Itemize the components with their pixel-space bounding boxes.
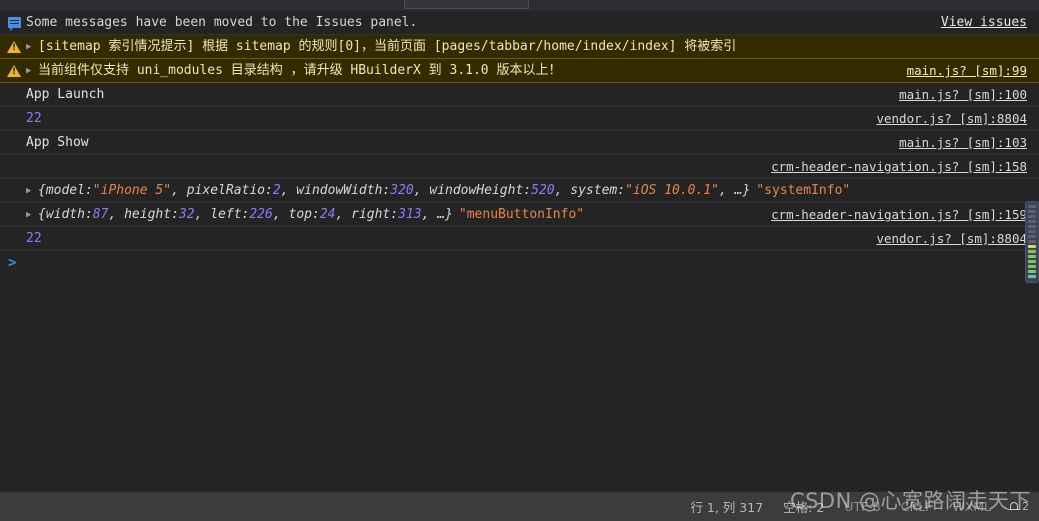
console-row-app-show[interactable]: App Show main.js? [sm]:103 bbox=[0, 131, 1039, 155]
console-number-value: 22 bbox=[26, 110, 42, 126]
source-link[interactable]: main.js? [sm]:103 bbox=[899, 131, 1027, 155]
object-ellipsis: , …} bbox=[421, 206, 453, 222]
language-mode-status[interactable]: WXML bbox=[952, 499, 991, 514]
console-row-warning-unimodules[interactable]: ▶ 当前组件仅支持 uni_modules 目录结构 ，请升级 HBuilder… bbox=[0, 59, 1039, 83]
minimap-mark bbox=[1028, 205, 1036, 208]
minimap-mark bbox=[1028, 265, 1036, 268]
object-value: 24 bbox=[319, 206, 336, 222]
cursor-position-status[interactable]: 行 1, 列 317 bbox=[690, 497, 763, 516]
view-issues-link[interactable]: View issues bbox=[941, 11, 1027, 35]
object-key: , left: bbox=[194, 206, 250, 222]
object-value: 87 bbox=[92, 206, 109, 222]
minimap-mark bbox=[1028, 220, 1036, 223]
object-value: 32 bbox=[178, 206, 195, 222]
message-icon bbox=[6, 15, 22, 31]
console-row-source-only[interactable]: crm-header-navigation.js? [sm]:158 bbox=[0, 155, 1039, 179]
source-link[interactable]: vendor.js? [sm]:8804 bbox=[876, 107, 1027, 131]
object-key: , windowHeight: bbox=[413, 182, 532, 198]
minimap-mark bbox=[1028, 250, 1036, 253]
object-value: 313 bbox=[398, 206, 422, 222]
object-key: width: bbox=[45, 206, 93, 222]
object-key: , top: bbox=[272, 206, 320, 222]
minimap-mark bbox=[1028, 260, 1036, 263]
object-key: model: bbox=[45, 182, 93, 198]
object-value: 226 bbox=[249, 206, 273, 222]
object-value: "iOS 10.0.1" bbox=[625, 182, 719, 198]
console-message-text: Some messages have been moved to the Iss… bbox=[26, 14, 418, 30]
editor-status-bar[interactable]: 行 1, 列 317 空格: 2 UTF-8 CRLF WXML 2 bbox=[0, 491, 1039, 521]
minimap-mark bbox=[1028, 210, 1036, 213]
minimap-mark bbox=[1028, 255, 1036, 258]
console-message-text: App Launch bbox=[26, 86, 105, 102]
source-link[interactable]: vendor.js? [sm]:8804 bbox=[876, 227, 1027, 251]
console-message-text: App Show bbox=[26, 134, 89, 150]
console-row-number-1[interactable]: 22 vendor.js? [sm]:8804 bbox=[0, 107, 1039, 131]
indent-status[interactable]: 空格: 2 bbox=[783, 497, 824, 516]
disclosure-triangle-icon[interactable]: ▶ bbox=[26, 179, 36, 203]
console-row-object-systeminfo[interactable]: ▶ {model: "iPhone 5", pixelRatio: 2, win… bbox=[0, 179, 1039, 203]
object-value: "iPhone 5" bbox=[92, 182, 172, 198]
object-label: "systemInfo" bbox=[756, 182, 851, 198]
encoding-status[interactable]: UTF-8 bbox=[844, 499, 880, 514]
minimap-mark bbox=[1028, 215, 1036, 218]
console-row-object-menubuttoninfo[interactable]: ▶ {width: 87, height: 32, left: 226, top… bbox=[0, 203, 1039, 227]
warning-icon bbox=[6, 39, 22, 55]
warning-icon bbox=[6, 63, 22, 79]
object-open-brace: { bbox=[38, 182, 46, 198]
object-key: , pixelRatio: bbox=[171, 182, 273, 198]
console-prompt-row[interactable]: > bbox=[0, 251, 1039, 275]
object-open-brace: { bbox=[38, 206, 46, 222]
minimap-mark bbox=[1028, 245, 1036, 248]
object-value: 2 bbox=[272, 182, 281, 198]
minimap-mark bbox=[1028, 225, 1036, 228]
disclosure-triangle-icon[interactable]: ▶ bbox=[26, 59, 36, 83]
minimap-mark bbox=[1028, 270, 1036, 273]
object-key: , height: bbox=[108, 206, 179, 222]
console-row-number-2[interactable]: 22 vendor.js? [sm]:8804 bbox=[0, 227, 1039, 251]
minimap-mark bbox=[1028, 230, 1036, 233]
console-row-app-launch[interactable]: App Launch main.js? [sm]:100 bbox=[0, 83, 1039, 107]
notification-count: 2 bbox=[1022, 500, 1029, 513]
source-link[interactable]: main.js? [sm]:99 bbox=[907, 59, 1027, 83]
object-key: , right: bbox=[335, 206, 399, 222]
minimap-mark bbox=[1028, 240, 1036, 243]
console-message-text: [sitemap 索引情况提示] 根据 sitemap 的规则[0]，当前页面 … bbox=[38, 38, 737, 54]
console-row-info[interactable]: Some messages have been moved to the Iss… bbox=[0, 11, 1039, 35]
object-key: , system: bbox=[554, 182, 626, 198]
disclosure-triangle-icon[interactable]: ▶ bbox=[26, 203, 36, 227]
devtools-console-panel[interactable]: Some messages have been moved to the Iss… bbox=[0, 11, 1039, 491]
prompt-chevron-icon: > bbox=[8, 255, 17, 271]
object-ellipsis: , …} bbox=[718, 182, 751, 198]
source-link[interactable]: crm-header-navigation.js? [sm]:159 bbox=[771, 203, 1027, 227]
console-number-value: 22 bbox=[26, 230, 42, 246]
object-key: , windowWidth: bbox=[280, 182, 391, 198]
bell-icon bbox=[1008, 501, 1020, 513]
console-row-warning-sitemap[interactable]: ▶ [sitemap 索引情况提示] 根据 sitemap 的规则[0]，当前页… bbox=[0, 35, 1039, 59]
disclosure-triangle-icon[interactable]: ▶ bbox=[26, 35, 36, 59]
object-label: "menuButtonInfo" bbox=[458, 206, 585, 222]
line-ending-status[interactable]: CRLF bbox=[901, 499, 933, 514]
notifications-button[interactable]: 2 bbox=[1008, 500, 1029, 513]
object-value: 520 bbox=[531, 182, 555, 198]
toolbar-partial-control[interactable] bbox=[404, 0, 529, 9]
source-link[interactable]: crm-header-navigation.js? [sm]:158 bbox=[771, 155, 1027, 179]
console-scrollbar-minimap[interactable] bbox=[1025, 201, 1039, 283]
console-message-text: 当前组件仅支持 uni_modules 目录结构 ，请升级 HBuilderX … bbox=[38, 62, 562, 78]
object-value: 320 bbox=[390, 182, 414, 198]
minimap-mark bbox=[1028, 235, 1036, 238]
source-link[interactable]: main.js? [sm]:100 bbox=[899, 83, 1027, 107]
minimap-mark bbox=[1028, 275, 1036, 278]
